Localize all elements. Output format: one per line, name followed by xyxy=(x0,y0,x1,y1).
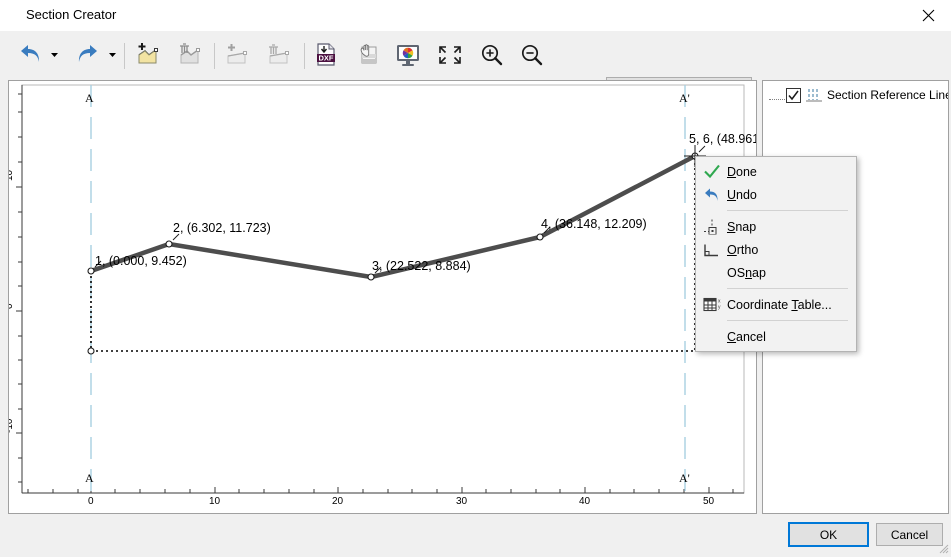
context-menu: Done Undo Snap Ortho OSnap x y Coordinat… xyxy=(695,156,857,352)
undo-arrow-icon xyxy=(702,186,721,203)
zoom-out-magnifier-icon[interactable] xyxy=(516,39,548,71)
menu-separator xyxy=(727,320,848,321)
x-tick-label: 10 xyxy=(209,496,221,507)
add-section-icon[interactable] xyxy=(133,39,165,71)
title-bar: Section Creator xyxy=(0,0,951,31)
checkmark-icon xyxy=(702,163,721,180)
menu-item-label: OSnap xyxy=(727,265,766,280)
point-label-3: 3, (22.522, 8.884) xyxy=(372,259,471,273)
menu-item-osnap[interactable]: OSnap xyxy=(696,261,856,284)
menu-item-snap[interactable]: Snap xyxy=(696,215,856,238)
x-tick-label: 0 xyxy=(88,496,94,507)
ortho-angle-icon xyxy=(702,241,721,258)
tree-item-label: Section Reference Lines xyxy=(827,88,949,102)
menu-item-label: Snap xyxy=(727,219,757,234)
tree-connector xyxy=(769,98,785,101)
snap-point-icon xyxy=(702,218,721,235)
toolbar-separator xyxy=(214,43,215,69)
svg-text:DXF: DXF xyxy=(319,54,334,63)
close-icon[interactable] xyxy=(905,0,951,31)
ok-button[interactable]: OK xyxy=(788,522,869,547)
x-tick-label: 50 xyxy=(703,496,715,507)
delete-layer-icon[interactable] xyxy=(264,39,296,71)
coordinate-table-icon: x y xyxy=(702,296,721,313)
svg-text:y: y xyxy=(718,305,721,311)
section-start-letter-bottom: A xyxy=(85,471,94,485)
section-creator-dialog: Section Creator DXF A A' A A' 1, (0.000,… xyxy=(0,0,951,556)
pan-hand-icon[interactable] xyxy=(352,39,384,71)
menu-item-undo[interactable]: Undo xyxy=(696,183,856,206)
menu-item-label: Coordinate Table... xyxy=(727,297,832,312)
window-title: Section Creator xyxy=(26,7,117,22)
toolbar-separator xyxy=(124,43,125,69)
cancel-button[interactable]: Cancel xyxy=(876,523,943,546)
point-label-5: 5, 6, (48.961 xyxy=(689,132,757,146)
section-end-letter-bottom: A' xyxy=(679,471,690,485)
menu-item-cancel[interactable]: Cancel xyxy=(696,325,856,348)
undo-button[interactable] xyxy=(14,39,46,71)
section-plot: A A' A A' 1, (0.000, 9.452) 2, (6.302, 1… xyxy=(8,81,757,511)
toolbar: DXF xyxy=(0,31,951,101)
menu-separator xyxy=(727,288,848,289)
y-tick-label: 10 xyxy=(8,169,15,181)
menu-item-label: Undo xyxy=(727,187,757,202)
menu-item-label: Done xyxy=(727,164,757,179)
section-start-letter-top: A xyxy=(85,91,94,105)
y-tick-label: -10 xyxy=(8,418,15,433)
delete-section-icon[interactable] xyxy=(175,39,207,71)
add-layer-icon[interactable] xyxy=(222,39,254,71)
reference-lines-icon xyxy=(806,88,822,103)
section-canvas[interactable]: A A' A A' 1, (0.000, 9.452) 2, (6.302, 1… xyxy=(8,80,757,514)
dxf-import-icon[interactable]: DXF xyxy=(310,39,342,71)
menu-item-done[interactable]: Done xyxy=(696,160,856,183)
x-tick-label: 30 xyxy=(456,496,468,507)
zoom-extents-icon[interactable] xyxy=(434,39,466,71)
menu-separator xyxy=(727,210,848,211)
x-tick-label: 40 xyxy=(579,496,591,507)
section-end-letter-top: A' xyxy=(679,91,690,105)
x-tick-label: 20 xyxy=(332,496,344,507)
resize-grip[interactable] xyxy=(937,542,949,554)
undo-dropdown[interactable] xyxy=(50,50,59,59)
section-reference-lines-checkbox[interactable] xyxy=(786,87,801,103)
point-label-4: 4, (36.148, 12.209) xyxy=(541,217,647,231)
point-label-2: 2, (6.302, 11.723) xyxy=(173,221,271,235)
y-tick-label: 0 xyxy=(9,303,15,309)
color-monitor-icon[interactable] xyxy=(392,39,424,71)
toolbar-separator xyxy=(304,43,305,69)
menu-item-coordinate-table[interactable]: x y Coordinate Table... xyxy=(696,293,856,316)
redo-dropdown[interactable] xyxy=(108,50,117,59)
redo-button[interactable] xyxy=(72,39,104,71)
menu-item-ortho[interactable]: Ortho xyxy=(696,238,856,261)
zoom-in-magnifier-icon[interactable] xyxy=(476,39,508,71)
tree-item-section-reference-lines[interactable]: Section Reference Lines xyxy=(769,85,949,105)
menu-item-label: Cancel xyxy=(727,329,766,344)
menu-item-label: Ortho xyxy=(727,242,759,257)
point-label-1: 1, (0.000, 9.452) xyxy=(95,254,187,268)
